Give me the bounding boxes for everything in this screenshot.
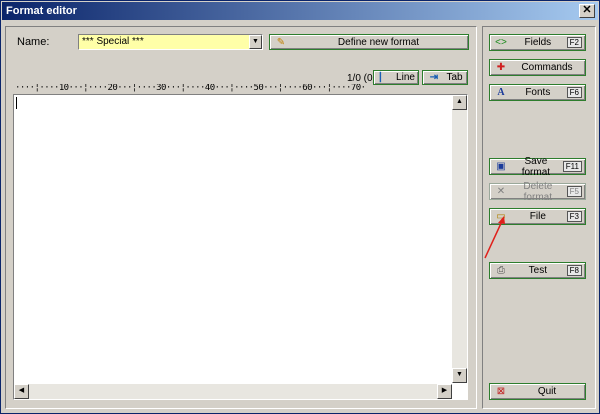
quit-icon: ⊠ <box>496 386 506 397</box>
save-format-button[interactable]: ▣ Save format F11 <box>489 156 586 178</box>
fields-button[interactable]: <> Fields F2 <box>489 34 586 51</box>
fields-icon: <> <box>495 37 507 48</box>
test-shortcut: F8 <box>566 265 582 276</box>
line-cursor-icon: ⎸ <box>380 72 390 83</box>
format-name-value: *** Special *** <box>82 36 144 47</box>
vertical-scrollbar[interactable]: ▲ ▼ <box>452 95 467 383</box>
scroll-right-icon[interactable]: ▶ <box>437 384 452 399</box>
scroll-left-icon[interactable]: ◀ <box>14 384 29 399</box>
fonts-shortcut: F6 <box>566 87 582 98</box>
annotation-arrow-icon <box>484 216 505 259</box>
line-button[interactable]: ⎸ Line <box>373 70 419 85</box>
ruler: ····¦····10···¦····20···¦····30···¦····4… <box>15 84 366 93</box>
floppy-icon: ▣ <box>496 161 506 172</box>
title-bar: Format editor ✕ <box>2 2 598 20</box>
file-shortcut: F3 <box>566 211 582 222</box>
text-caret <box>16 97 17 109</box>
tab-button[interactable]: ⇥ Tab <box>422 70 468 85</box>
window-title: Format editor <box>6 5 77 17</box>
save-format-shortcut: F11 <box>562 161 582 172</box>
format-text-editor[interactable]: ▲ ▼ ◀ ▶ <box>13 94 468 400</box>
format-name-select[interactable]: *** Special *** ▼ <box>78 34 263 50</box>
close-icon[interactable]: ✕ <box>579 4 595 18</box>
font-icon: A <box>497 87 505 98</box>
delete-format-button[interactable]: ✕ Delete format F5 <box>489 181 586 203</box>
delete-format-shortcut: F5 <box>566 186 582 197</box>
commands-icon: ✚ <box>496 62 506 73</box>
pencil-icon: ✎ <box>276 36 286 48</box>
define-new-format-button[interactable]: ✎ Define new format <box>269 34 469 50</box>
line-counter: 1/0 (0) <box>347 73 376 84</box>
name-label: Name: <box>17 36 50 48</box>
scroll-up-icon[interactable]: ▲ <box>452 95 467 110</box>
quit-button[interactable]: ⊠ Quit <box>489 383 586 400</box>
fields-shortcut: F2 <box>566 37 582 48</box>
horizontal-scrollbar[interactable]: ◀ ▶ <box>14 384 452 399</box>
commands-button[interactable]: ✚ Commands <box>489 59 586 76</box>
fonts-button[interactable]: A Fonts F6 <box>489 84 586 101</box>
tab-icon: ⇥ <box>429 72 439 83</box>
test-button[interactable]: ⎙ Test F8 <box>489 262 586 279</box>
format-editor-window: Format editor ✕ Name: *** Special *** ▼ … <box>0 0 600 414</box>
delete-icon: ✕ <box>496 186 506 197</box>
scroll-down-icon[interactable]: ▼ <box>452 368 467 383</box>
printer-icon: ⎙ <box>497 265 505 276</box>
chevron-down-icon[interactable]: ▼ <box>249 35 262 49</box>
